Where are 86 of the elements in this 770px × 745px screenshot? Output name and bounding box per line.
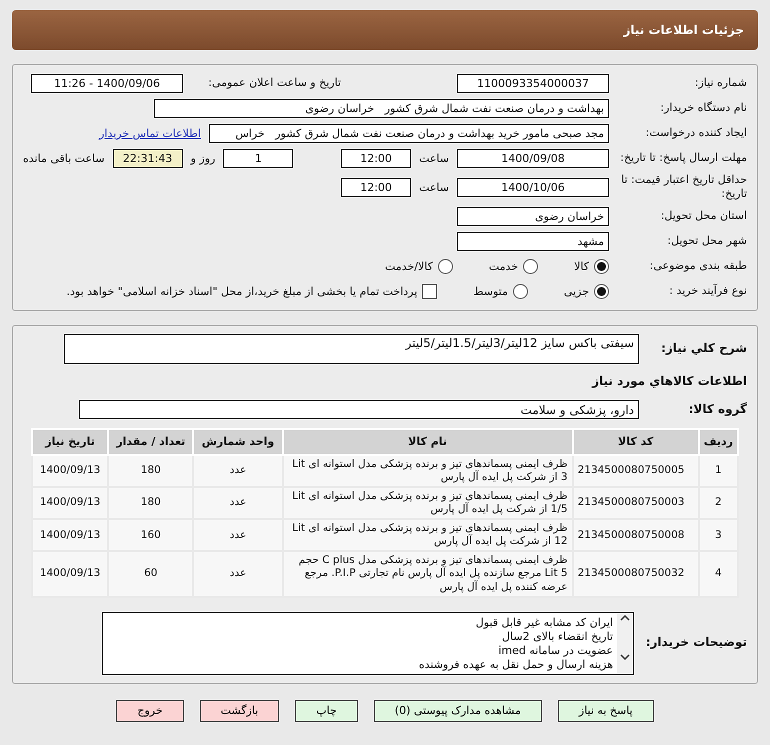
table-cell: 180	[108, 454, 194, 487]
field-label: توضیحات خریدار:	[644, 635, 747, 652]
table-cell: 2134500080750008	[572, 519, 699, 552]
table-cell: عدد	[193, 551, 283, 597]
radio-label: کالا/خدمت	[385, 260, 433, 274]
table-cell: 60	[108, 551, 194, 597]
section-title: اطلاعات کالاهاي مورد نياز	[590, 374, 747, 390]
note-line: ایران کد مشابه غیر قابل قبول	[474, 616, 613, 630]
form-button[interactable]: چاپ	[295, 700, 358, 722]
form-button[interactable]: بازگشت	[200, 700, 280, 722]
field-label: تاریخ و ساعت اعلان عمومی:	[207, 76, 341, 90]
radio-label: کالا	[574, 260, 589, 274]
time-label: ساعت	[419, 152, 449, 164]
table-cell: عدد	[193, 486, 283, 520]
table-cell: عدد	[193, 519, 283, 552]
table-cell: 3	[698, 519, 738, 552]
validity-time-field: 12:00	[341, 178, 412, 197]
field-label: حداقل تاریخ اعتبار قیمت: تا تاریخ:	[620, 173, 747, 202]
days-label: روز و	[190, 152, 216, 164]
table-cell: 2	[698, 486, 738, 520]
note-line: هزینه ارسال و حمل نقل به عهده فروشنده	[418, 658, 613, 672]
table-cell: 180	[108, 486, 194, 520]
radio-button[interactable]	[594, 284, 609, 300]
radio-label: متوسط	[473, 285, 508, 298]
deadline-time-field: 12:00	[341, 148, 412, 168]
scrollbar-icon	[617, 612, 633, 674]
form-button[interactable]: خروج	[116, 700, 184, 722]
field-label: ایجاد کننده درخواست:	[644, 126, 747, 140]
buyer-contact-link[interactable]: اطلاعات تماس خریدار	[99, 126, 201, 140]
column-header: کد کالا	[572, 428, 699, 455]
page-header: جزئیات اطلاعات نیاز	[12, 10, 758, 50]
column-header: ردیف	[698, 428, 738, 455]
announce-date-field: 1400/09/06 - 11:26	[31, 74, 183, 92]
column-header: تعداد / مقدار	[108, 428, 194, 455]
field-label: شماره نیاز:	[694, 76, 747, 90]
table-cell: 1	[698, 454, 738, 487]
radio-button[interactable]	[512, 284, 528, 300]
field-label: شرح کلي نياز:	[660, 340, 747, 356]
remaining-label: ساعت باقی مانده	[23, 152, 105, 164]
table-cell: ظرف ایمنی پسماندهای تیز و برنده پزشکی مدل استوانه ای Lit 3 از شرکت پل ایده آل پارس	[282, 454, 573, 487]
form-button[interactable]: پاسخ به نیاز	[558, 700, 654, 722]
province-field: خراسان رضوی	[457, 207, 609, 226]
table-cell: ظرف ایمنی پسماندهای تیز و برنده پزشکی مدل استوانه ای Lit 1/5 از شرکت پل ایده آل پارس	[282, 486, 573, 520]
radio-label: خدمت	[488, 260, 518, 274]
field-label: مهلت ارسال پاسخ: تا تاریخ:	[619, 150, 747, 166]
table-cell: 2134500080750032	[572, 551, 699, 597]
checkbox[interactable]	[422, 284, 438, 300]
table-cell: 160	[108, 519, 194, 552]
description-field: سیفتی باکس سایز 12لیتر/3لیتر/1.5لیتر/5لیتر	[64, 334, 639, 364]
table-cell: 1400/09/13	[32, 551, 108, 597]
table-cell: ظرف ایمنی پسماندهای تیز و برنده پزشکی مدل C plus حجم Lit 5 مرجع سازنده پل ایده آل پارس نام تجارتی P.I.P. مرجع عرضه کننده پل ایده آل پارس	[282, 551, 573, 597]
note-line: تاریخ انقضاء بالای 2سال	[501, 630, 613, 644]
field-label: شهر محل تحویل:	[666, 234, 747, 249]
days-field: 1	[223, 148, 294, 168]
city-field: مشهد	[457, 232, 609, 252]
field-label: استان محل تحویل:	[660, 209, 747, 224]
field-label: گروه کالا:	[688, 402, 747, 418]
table-cell: 4	[698, 551, 738, 597]
form-button[interactable]: مشاهده مدارک پیوستی (0)	[374, 700, 542, 722]
deadline-date-field: 1400/09/08	[457, 148, 609, 168]
time-label: ساعت	[419, 180, 449, 194]
table-cell: 1400/09/13	[32, 519, 108, 552]
field-label: نام دستگاه خریدار:	[659, 100, 747, 116]
goods-group-field: دارو، پزشکی و سلامت	[79, 400, 639, 420]
radio-button[interactable]	[594, 259, 609, 274]
table-cell: عدد	[193, 454, 283, 487]
creator-field: مجد صبحی مامور خرید بهداشت و درمان صنعت نفت شمال شرق کشور خراس	[209, 124, 609, 142]
checkbox-label: پرداخت تمام یا بخشی از مبلغ خرید،از محل "اسناد خزانه اسلامی" خواهد بود.	[66, 285, 418, 298]
validity-date-field: 1400/10/06	[457, 178, 609, 197]
table-cell: 1400/09/13	[32, 454, 108, 487]
buyer-field: بهداشت و درمان صنعت نفت شمال شرق کشور خراسان رضوی	[154, 98, 609, 118]
table-cell: 2134500080750005	[572, 454, 699, 487]
column-header: تاریخ نیاز	[32, 428, 108, 455]
column-header: واحد شمارش	[193, 428, 283, 455]
table-cell: 1400/09/13	[32, 486, 108, 520]
table-cell: ظرف ایمنی پسماندهای تیز و برنده پزشکی مدل استوانه ای Lit 12 از شرکت پل ایده آل پارس	[282, 519, 573, 552]
need-number-field: 1100093354000037	[457, 74, 609, 92]
note-line: عضویت در سامانه imed	[497, 644, 613, 658]
remaining-time-field: 22:31:43	[112, 148, 183, 168]
radio-button[interactable]	[523, 259, 538, 274]
field-label: نوع فرآیند خرید :	[668, 284, 747, 299]
radio-label: جزیی	[564, 285, 589, 298]
column-header: نام کالا	[282, 428, 573, 455]
table-cell: 2134500080750003	[572, 486, 699, 520]
field-label: طبقه بندی موضوعی:	[648, 259, 747, 274]
radio-button[interactable]	[438, 259, 453, 274]
